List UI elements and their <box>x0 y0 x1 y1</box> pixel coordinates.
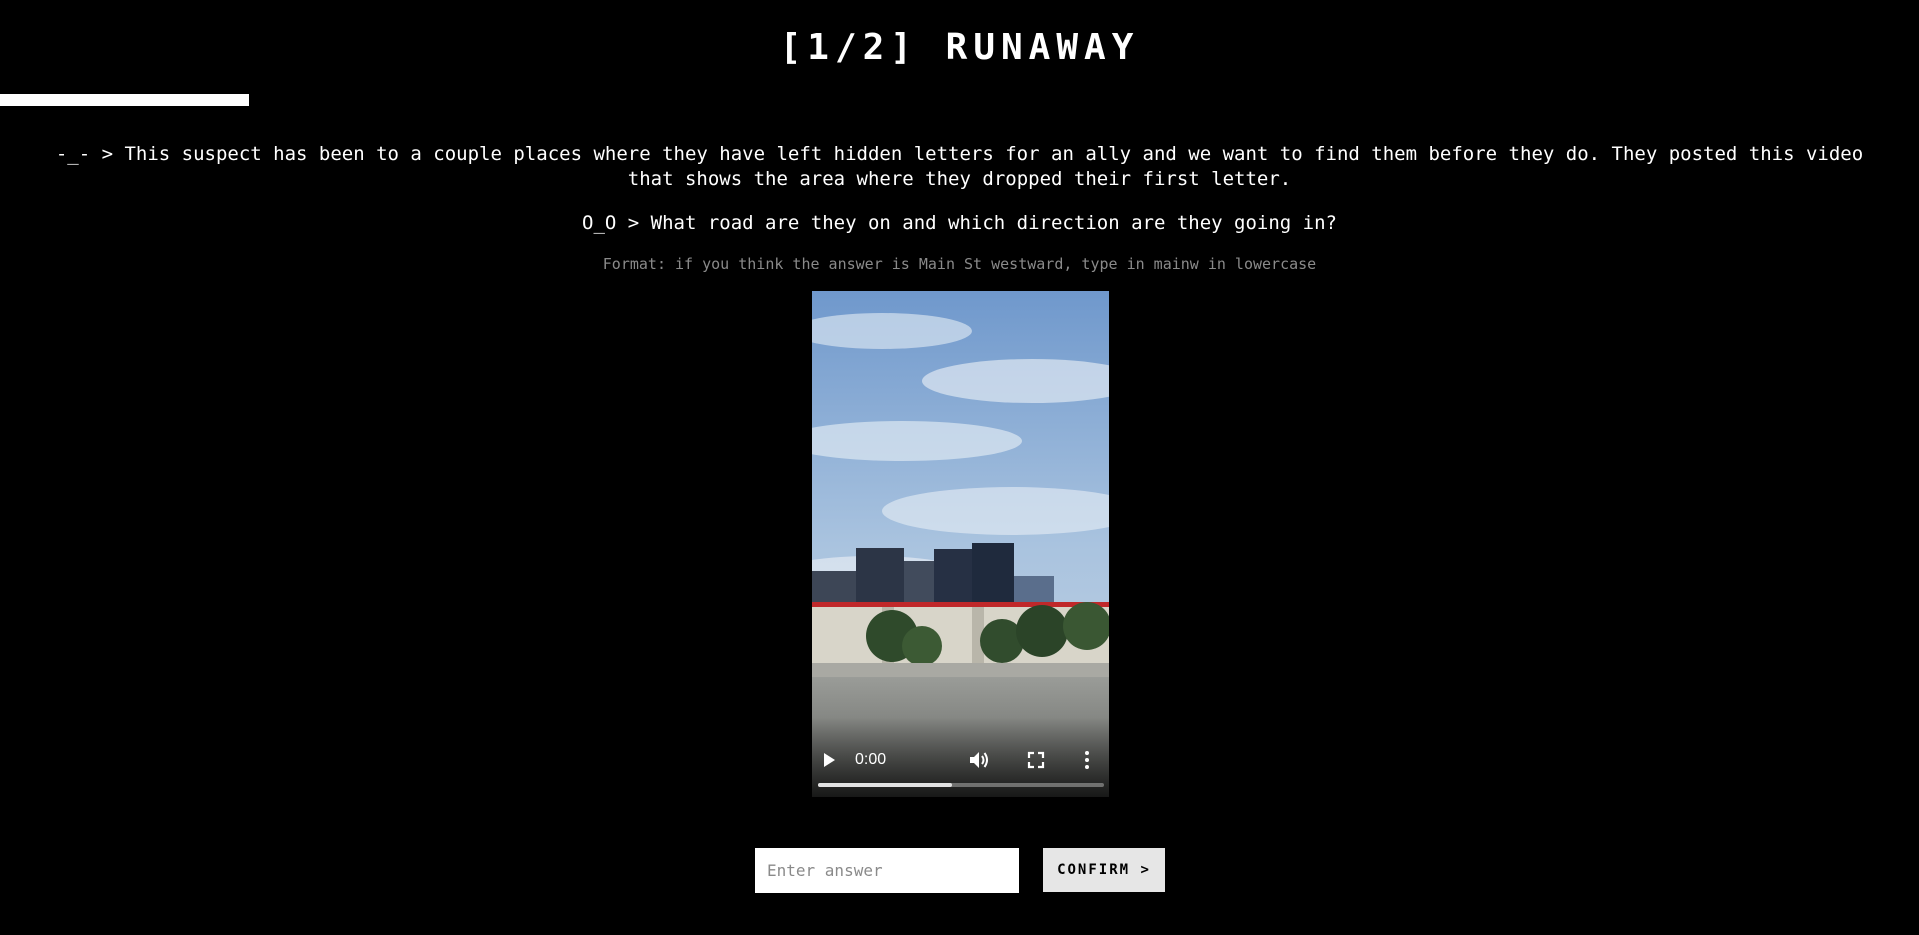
volume-icon[interactable] <box>968 750 990 770</box>
progress-bar <box>0 94 1919 106</box>
progress-bar-fill <box>0 94 250 106</box>
play-icon[interactable] <box>820 751 838 769</box>
puzzle-page: [1/2] RUNAWAY -_- > This suspect has bee… <box>0 0 1919 935</box>
confirm-button[interactable]: CONFIRM > <box>1043 848 1165 892</box>
fullscreen-icon[interactable] <box>1027 751 1045 769</box>
story-question: O_O > What road are they on and which di… <box>582 212 1337 234</box>
video-buffered-bar <box>818 783 953 787</box>
video-time: 0:00 <box>855 751 887 768</box>
page-title: [1/2] RUNAWAY <box>779 27 1140 68</box>
video-controls: 0:00 <box>812 717 1109 797</box>
more-options-icon[interactable] <box>1083 750 1091 770</box>
format-hint: Format: if you think the answer is Main … <box>602 255 1317 273</box>
video-player[interactable]: 0:00 <box>812 291 1109 797</box>
story-intro: -_- > This suspect has been to a couple … <box>55 143 1864 190</box>
answer-input[interactable] <box>755 848 1019 893</box>
video-scrubber[interactable] <box>818 783 1104 787</box>
